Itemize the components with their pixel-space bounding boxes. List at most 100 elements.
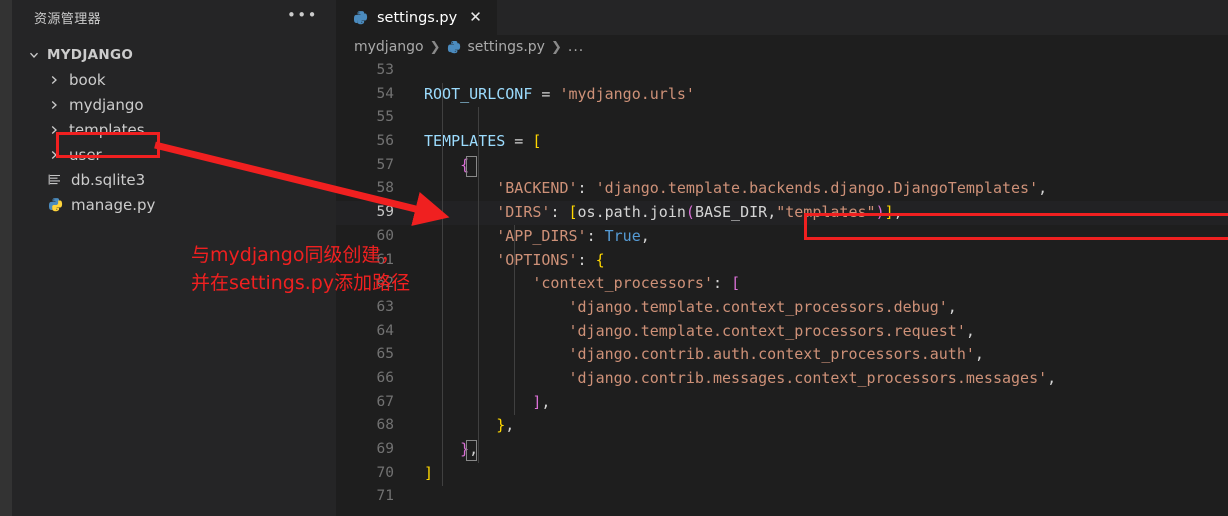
code-editor[interactable]: 53 54 ROOT_URLCONF = 'mydjango.urls' 55 56 TE… [336,59,1228,516]
code-token: 'django.template.backends.django.DjangoT… [595,179,1039,198]
tab-settings-py[interactable]: settings.py ✕ [336,0,498,35]
code-token: , [505,416,515,435]
code-token: , [469,440,479,458]
code-line[interactable]: 62 'context_processors': [ [336,272,1228,296]
tree-item-label: mydjango [69,95,144,114]
code-token: 'BACKEND' [496,179,578,198]
code-token: , [893,203,903,222]
line-number: 71 [376,488,394,505]
breadcrumb-overflow[interactable]: ... [568,39,584,55]
code-token: 'django.template.context_processors.debu… [568,297,948,316]
tree-item-label: user [69,145,102,164]
code-token: os.path.join [577,203,686,222]
tree-item-manage-py[interactable]: manage.py [12,192,336,217]
breadcrumb-item-folder[interactable]: mydjango [354,39,424,55]
annotation-text-line2: 并在settings.py添加路径 [191,272,411,294]
line-number: 56 [376,133,394,150]
code-line[interactable]: 66 'django.contrib.messages.context_proc… [336,367,1228,391]
code-token: : [713,274,732,293]
editor-area: settings.py ✕ mydjango ❯ settings.py ❯ .… [336,0,1228,516]
code-text: 'django.template.context_processors.debu… [424,296,957,320]
activity-bar[interactable] [0,0,12,516]
code-line[interactable]: 61 'OPTIONS': { [336,249,1228,273]
line-number: 55 [376,109,394,126]
code-token: ROOT_URLCONF [424,84,533,103]
code-text: }, [424,414,514,438]
code-line[interactable]: 54 ROOT_URLCONF = 'mydjango.urls' [336,83,1228,107]
code-token: 'django.template.context_processors.requ… [568,321,966,340]
tab-bar: settings.py ✕ [336,0,1228,35]
tree-item-label: templates [69,120,145,139]
code-line[interactable]: 63 'django.template.context_processors.d… [336,296,1228,320]
code-line[interactable]: 55 [336,106,1228,130]
chevron-right-icon [45,99,63,111]
explorer-header: 资源管理器 ••• [12,0,336,35]
code-token: , [1038,179,1048,198]
code-line[interactable]: 59 'DIRS': [os.path.join(BASE_DIR,"templ… [336,201,1228,225]
code-token: [ [568,203,578,222]
code-lines: 53 54 ROOT_URLCONF = 'mydjango.urls' 55 56 TE… [336,59,1228,509]
code-token: , [640,226,650,245]
code-token: , [767,203,777,222]
python-file-icon [350,10,370,25]
code-line[interactable]: 60 'APP_DIRS': True, [336,225,1228,249]
code-line[interactable]: 68 }, [336,414,1228,438]
tree-item-label: MYDJANGO [47,46,134,63]
code-line[interactable]: 70] [336,462,1228,486]
code-line[interactable]: 67 ], [336,391,1228,415]
code-token: = [532,84,560,103]
code-line[interactable]: 69 }, [336,438,1228,462]
chevron-right-icon: ❯ [550,39,562,55]
code-text: 'django.template.context_processors.requ… [424,320,975,344]
code-text: 'context_processors': [ [424,272,740,296]
code-line[interactable]: 58 'BACKEND': 'django.template.backends.… [336,177,1228,201]
code-token: , [974,345,984,364]
code-token: ] [884,203,894,222]
tree-item-templates[interactable]: templates [12,117,336,142]
code-token: TEMPLATES [424,132,506,151]
code-token: : [577,250,596,269]
code-text: ] [424,462,433,486]
code-token: 'OPTIONS' [496,250,578,269]
tab-label: settings.py [377,9,458,26]
code-line[interactable]: 53 [336,59,1228,83]
code-line[interactable]: 64 'django.template.context_processors.r… [336,320,1228,344]
ellipsis-icon[interactable]: ••• [287,7,318,26]
code-text: 'DIRS': [os.path.join(BASE_DIR,"template… [424,201,903,225]
code-token: ) [875,203,885,222]
tree-item-book[interactable]: book [12,67,336,92]
tree-item-mydjango-root[interactable]: MYDJANGO [12,42,336,67]
code-token: 'context_processors' [532,274,713,293]
breadcrumb-item-file[interactable]: settings.py [468,39,545,55]
code-line[interactable]: 71 [336,485,1228,509]
code-token: , [947,297,957,316]
line-number: 68 [376,417,394,434]
code-line[interactable]: 65 'django.contrib.auth.context_processo… [336,343,1228,367]
code-token: True [604,226,641,245]
tab-bar-empty-space [497,0,1228,35]
close-icon[interactable]: ✕ [466,8,485,27]
tree-item-label: manage.py [71,195,156,214]
code-token: ] [424,463,434,482]
code-token: 'DIRS' [496,203,551,222]
code-text: 'APP_DIRS': True, [424,225,650,249]
code-token: 'django.contrib.messages.context_process… [568,368,1048,387]
code-line[interactable]: 57 { [336,154,1228,178]
code-text: 'django.contrib.messages.context_process… [424,367,1057,391]
chevron-right-icon [45,149,63,161]
line-number: 69 [376,441,394,457]
code-token: [ [731,274,741,293]
code-token: , [541,392,551,411]
tree-item-mydjango[interactable]: mydjango [12,92,336,117]
tree-item-label: db.sqlite3 [71,170,146,189]
code-token: } [460,440,470,458]
annotation-text-line1: 与mydjango同级创建， [191,244,400,266]
code-line[interactable]: 56 TEMPLATES = [ [336,130,1228,154]
tree-item-db-sqlite3[interactable]: db.sqlite3 [12,167,336,192]
tree-item-user[interactable]: user [12,142,336,167]
